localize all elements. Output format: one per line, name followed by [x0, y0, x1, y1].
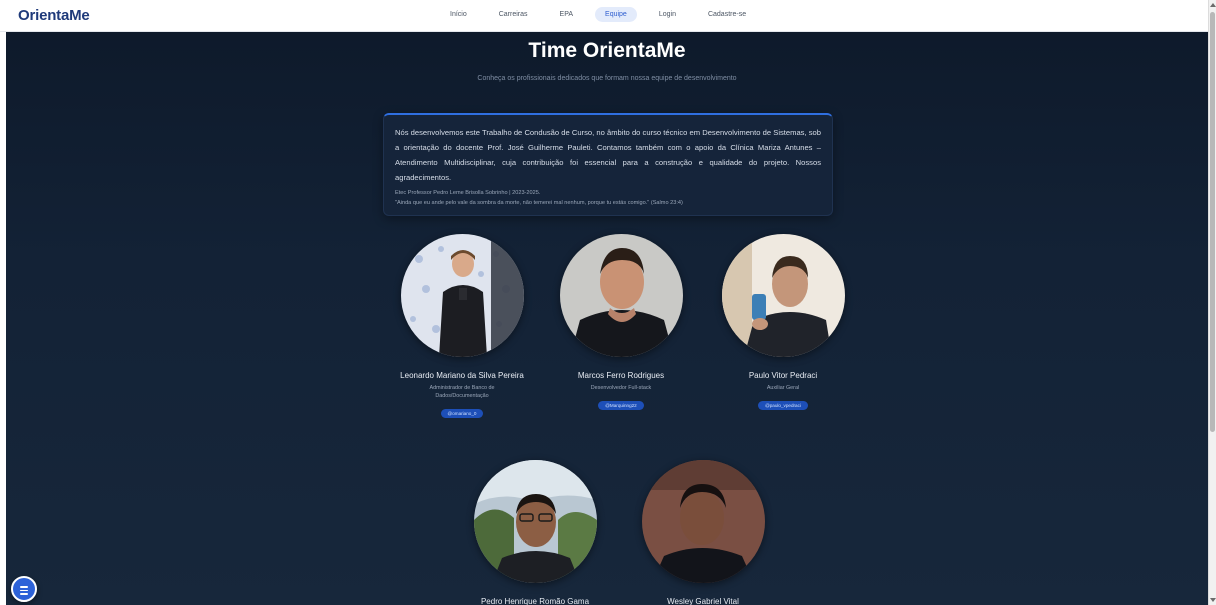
member-photo [473, 460, 597, 583]
scrollbar-thumb[interactable] [1210, 12, 1215, 432]
intro-school: Etec Professor Pedro Leme Brisolla Sobri… [395, 190, 541, 196]
member-name: Leonardo Mariano da Silva Pereira [400, 371, 524, 380]
member-instagram-link[interactable]: @paulo_vpedraci [758, 401, 808, 410]
member-name: Paulo Vitor Pedraci [748, 371, 818, 380]
page-title: Time OrientaMe [528, 39, 686, 62]
member-instagram-link[interactable]: @Marquinng22 [598, 401, 644, 410]
member-card-wesley: Wesley Gabriel Vital [623, 460, 783, 605]
nav-link-epa[interactable]: EPA [550, 7, 584, 22]
nav-link-inicio[interactable]: Início [440, 7, 477, 22]
page-subtitle: Conheça os profissionais dedicados que f… [477, 75, 737, 82]
member-photo [721, 234, 845, 357]
member-photo [400, 234, 524, 357]
nav-link-cadastre-se[interactable]: Cadastre-se [698, 7, 756, 22]
intro-card: Nós desenvolvemos este Trabalho de Condu… [383, 113, 833, 216]
top-navbar: OrientaMe Início Carreiras EPA Equipe Lo… [0, 0, 1208, 32]
member-card-paulo: Paulo Vitor Pedraci Auxiliar Geral @paul… [703, 234, 863, 411]
member-name: Marcos Ferro Rodrigues [577, 371, 665, 380]
nav-link-carreiras[interactable]: Carreiras [489, 7, 538, 22]
nav-link-equipe[interactable]: Equipe [595, 7, 637, 22]
brand-logo[interactable]: OrientaMe [18, 7, 90, 24]
member-card-pedro: Pedro Henrique Romão Gama [455, 460, 615, 605]
nav-links: Início Carreiras EPA Equipe Login Cadast… [440, 7, 768, 22]
member-name: Wesley Gabriel Vital [667, 597, 739, 605]
member-name: Pedro Henrique Romão Gama [480, 597, 590, 605]
member-role: Desenvolvedor Full-stack [590, 385, 652, 391]
team-section: Time OrientaMe Conheça os profissionais … [6, 32, 1208, 605]
scroll-up-icon[interactable] [1210, 3, 1216, 7]
member-photo [559, 234, 683, 357]
member-role: Administrador de Banco de Dados/Document… [429, 385, 495, 399]
scroll-down-icon[interactable] [1210, 598, 1216, 602]
menu-fab-button[interactable] [11, 576, 37, 602]
page-scrollbar[interactable] [1208, 0, 1216, 605]
nav-link-login[interactable]: Login [649, 7, 686, 22]
intro-text: Nós desenvolvemos este Trabalho de Condu… [395, 128, 821, 182]
member-card-marcos: Marcos Ferro Rodrigues Desenvolvedor Ful… [541, 234, 701, 411]
member-instagram-link[interactable]: @omariano_0 [440, 409, 484, 418]
member-card-leonardo: Leonardo Mariano da Silva Pereira Admini… [382, 234, 542, 419]
member-role: Auxiliar Geral [766, 385, 800, 391]
intro-quote: "Ainda que eu ande pelo vale da sombra d… [395, 200, 683, 206]
member-photo [641, 460, 765, 583]
